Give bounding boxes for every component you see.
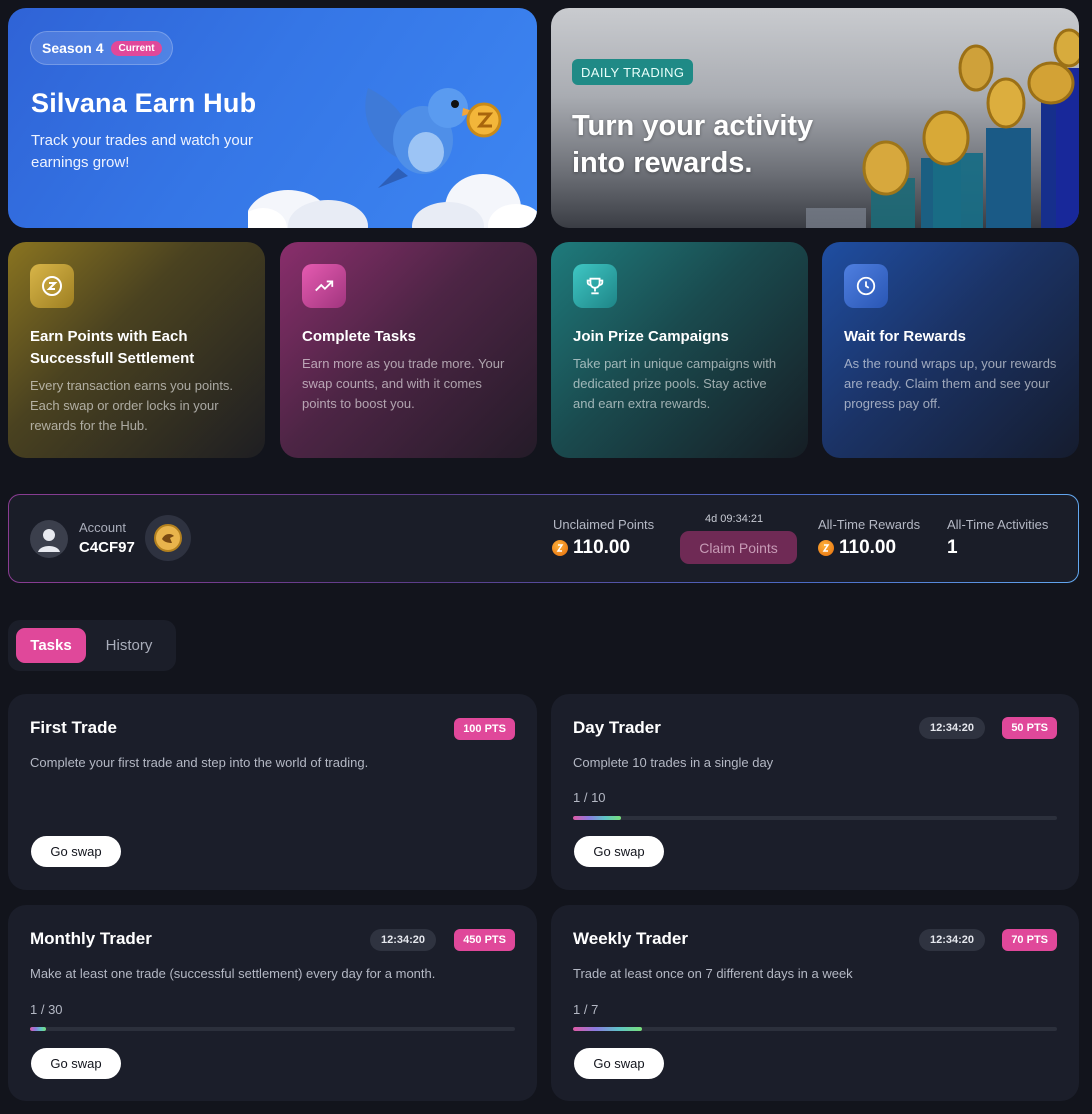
season-pill: Season 4 Current (30, 31, 173, 65)
claim-points-button[interactable]: Claim Points (680, 531, 797, 564)
lightning-coin-icon (30, 264, 74, 308)
daily-trading-tag: DAILY TRADING (572, 59, 694, 85)
unclaimed-points-label: Unclaimed Points (553, 517, 655, 532)
unclaimed-points-value: 110.00 (552, 537, 630, 559)
task-card-monthly-trader: Monthly Trader 12:34:20 450 PTS Make at … (8, 905, 537, 1101)
season-label: Season 4 (42, 40, 104, 56)
step-title: Complete Tasks (302, 328, 416, 345)
task-card-day-trader: Day Trader 12:34:20 50 PTS Complete 10 t… (551, 694, 1079, 890)
task-title: Weekly Trader (573, 929, 688, 948)
avatar-user-icon (30, 520, 68, 558)
progress-bar (573, 816, 1057, 820)
all-time-rewards-label: All-Time Rewards (818, 517, 921, 532)
task-description: Complete your first trade and step into … (30, 755, 369, 770)
task-title: Monthly Trader (30, 929, 152, 948)
step-card-wait-rewards: Wait for Rewards As the round wraps up, … (822, 242, 1079, 458)
all-time-rewards-number: 110.00 (839, 537, 897, 558)
points-coin-icon (818, 540, 834, 556)
progress-text: 1 / 30 (30, 1002, 63, 1017)
go-swap-button[interactable]: Go swap (574, 1048, 664, 1079)
account-label: Account (79, 520, 126, 535)
step-title: Join Prize Campaigns (573, 328, 729, 345)
tab-history[interactable]: History (92, 628, 166, 663)
step-text: As the round wraps up, your rewards are … (844, 356, 1057, 411)
progress-fill (573, 1027, 643, 1031)
task-card-weekly-trader: Weekly Trader 12:34:20 70 PTS Trade at l… (551, 905, 1079, 1101)
task-card-first-trade: First Trade 100 PTS Complete your first … (8, 694, 537, 890)
clock-icon (844, 264, 888, 308)
go-swap-button[interactable]: Go swap (574, 836, 664, 867)
hero-banner-earn-hub: Season 4 Current Silvana Earn Hub Track … (8, 8, 537, 228)
progress-text: 1 / 7 (573, 1002, 599, 1017)
all-time-activities-value: 1 (947, 537, 958, 558)
go-swap-button[interactable]: Go swap (31, 836, 121, 867)
all-time-activities-label: All-Time Activities (947, 517, 1049, 532)
trending-up-icon (302, 264, 346, 308)
step-card-complete-tasks: Complete Tasks Earn more as you trade mo… (280, 242, 537, 458)
points-badge: 450 PTS (454, 929, 515, 951)
unclaimed-points-number: 110.00 (573, 537, 631, 558)
task-title: First Trade (30, 718, 117, 737)
task-title: Day Trader (573, 718, 661, 737)
progress-text: 1 / 10 (573, 790, 606, 805)
bird-mascot-illustration (248, 88, 537, 228)
task-description: Trade at least once on 7 different days … (573, 966, 853, 981)
points-coin-icon (552, 540, 568, 556)
countdown-timer: 12:34:20 (919, 929, 986, 951)
countdown-timer: 12:34:20 (919, 717, 986, 739)
step-text: Take part in unique campaigns with dedic… (573, 356, 777, 411)
progress-bar (573, 1027, 1057, 1031)
tab-tasks[interactable]: Tasks (16, 628, 86, 663)
go-swap-button[interactable]: Go swap (31, 1048, 121, 1079)
all-time-rewards-value: 110.00 (818, 537, 896, 559)
points-badge: 100 PTS (454, 718, 515, 740)
step-title: Earn Points with Each Successfull Settle… (30, 328, 195, 367)
countdown-timer: 12:34:20 (370, 929, 437, 951)
step-card-earn-points: Earn Points with Each Successfull Settle… (8, 242, 265, 458)
progress-bar (30, 1027, 515, 1031)
claim-timer: 4d 09:34:21 (705, 513, 764, 525)
step-title: Wait for Rewards (844, 328, 966, 345)
bird-coin-icon (145, 515, 191, 561)
progress-fill (30, 1027, 47, 1031)
task-description: Complete 10 trades in a single day (573, 755, 774, 770)
hero-title: Silvana Earn Hub (31, 88, 257, 118)
account-id: C4CF97 (79, 539, 135, 556)
progress-fill (573, 816, 622, 820)
points-badge: 50 PTS (1002, 717, 1057, 739)
step-card-prize-campaigns: Join Prize Campaigns Take part in unique… (551, 242, 808, 458)
step-text: Earn more as you trade more. Your swap c… (302, 356, 505, 411)
points-badge: 70 PTS (1002, 929, 1057, 951)
trophy-icon (573, 264, 617, 308)
coins-bars-illustration (806, 28, 1079, 228)
step-text: Every transaction earns you points. Each… (30, 378, 234, 433)
current-badge: Current (111, 40, 162, 56)
hero-banner-daily-trading: DAILY TRADING Turn your activity into re… (551, 8, 1079, 228)
task-description: Make at least one trade (successful sett… (30, 966, 436, 981)
